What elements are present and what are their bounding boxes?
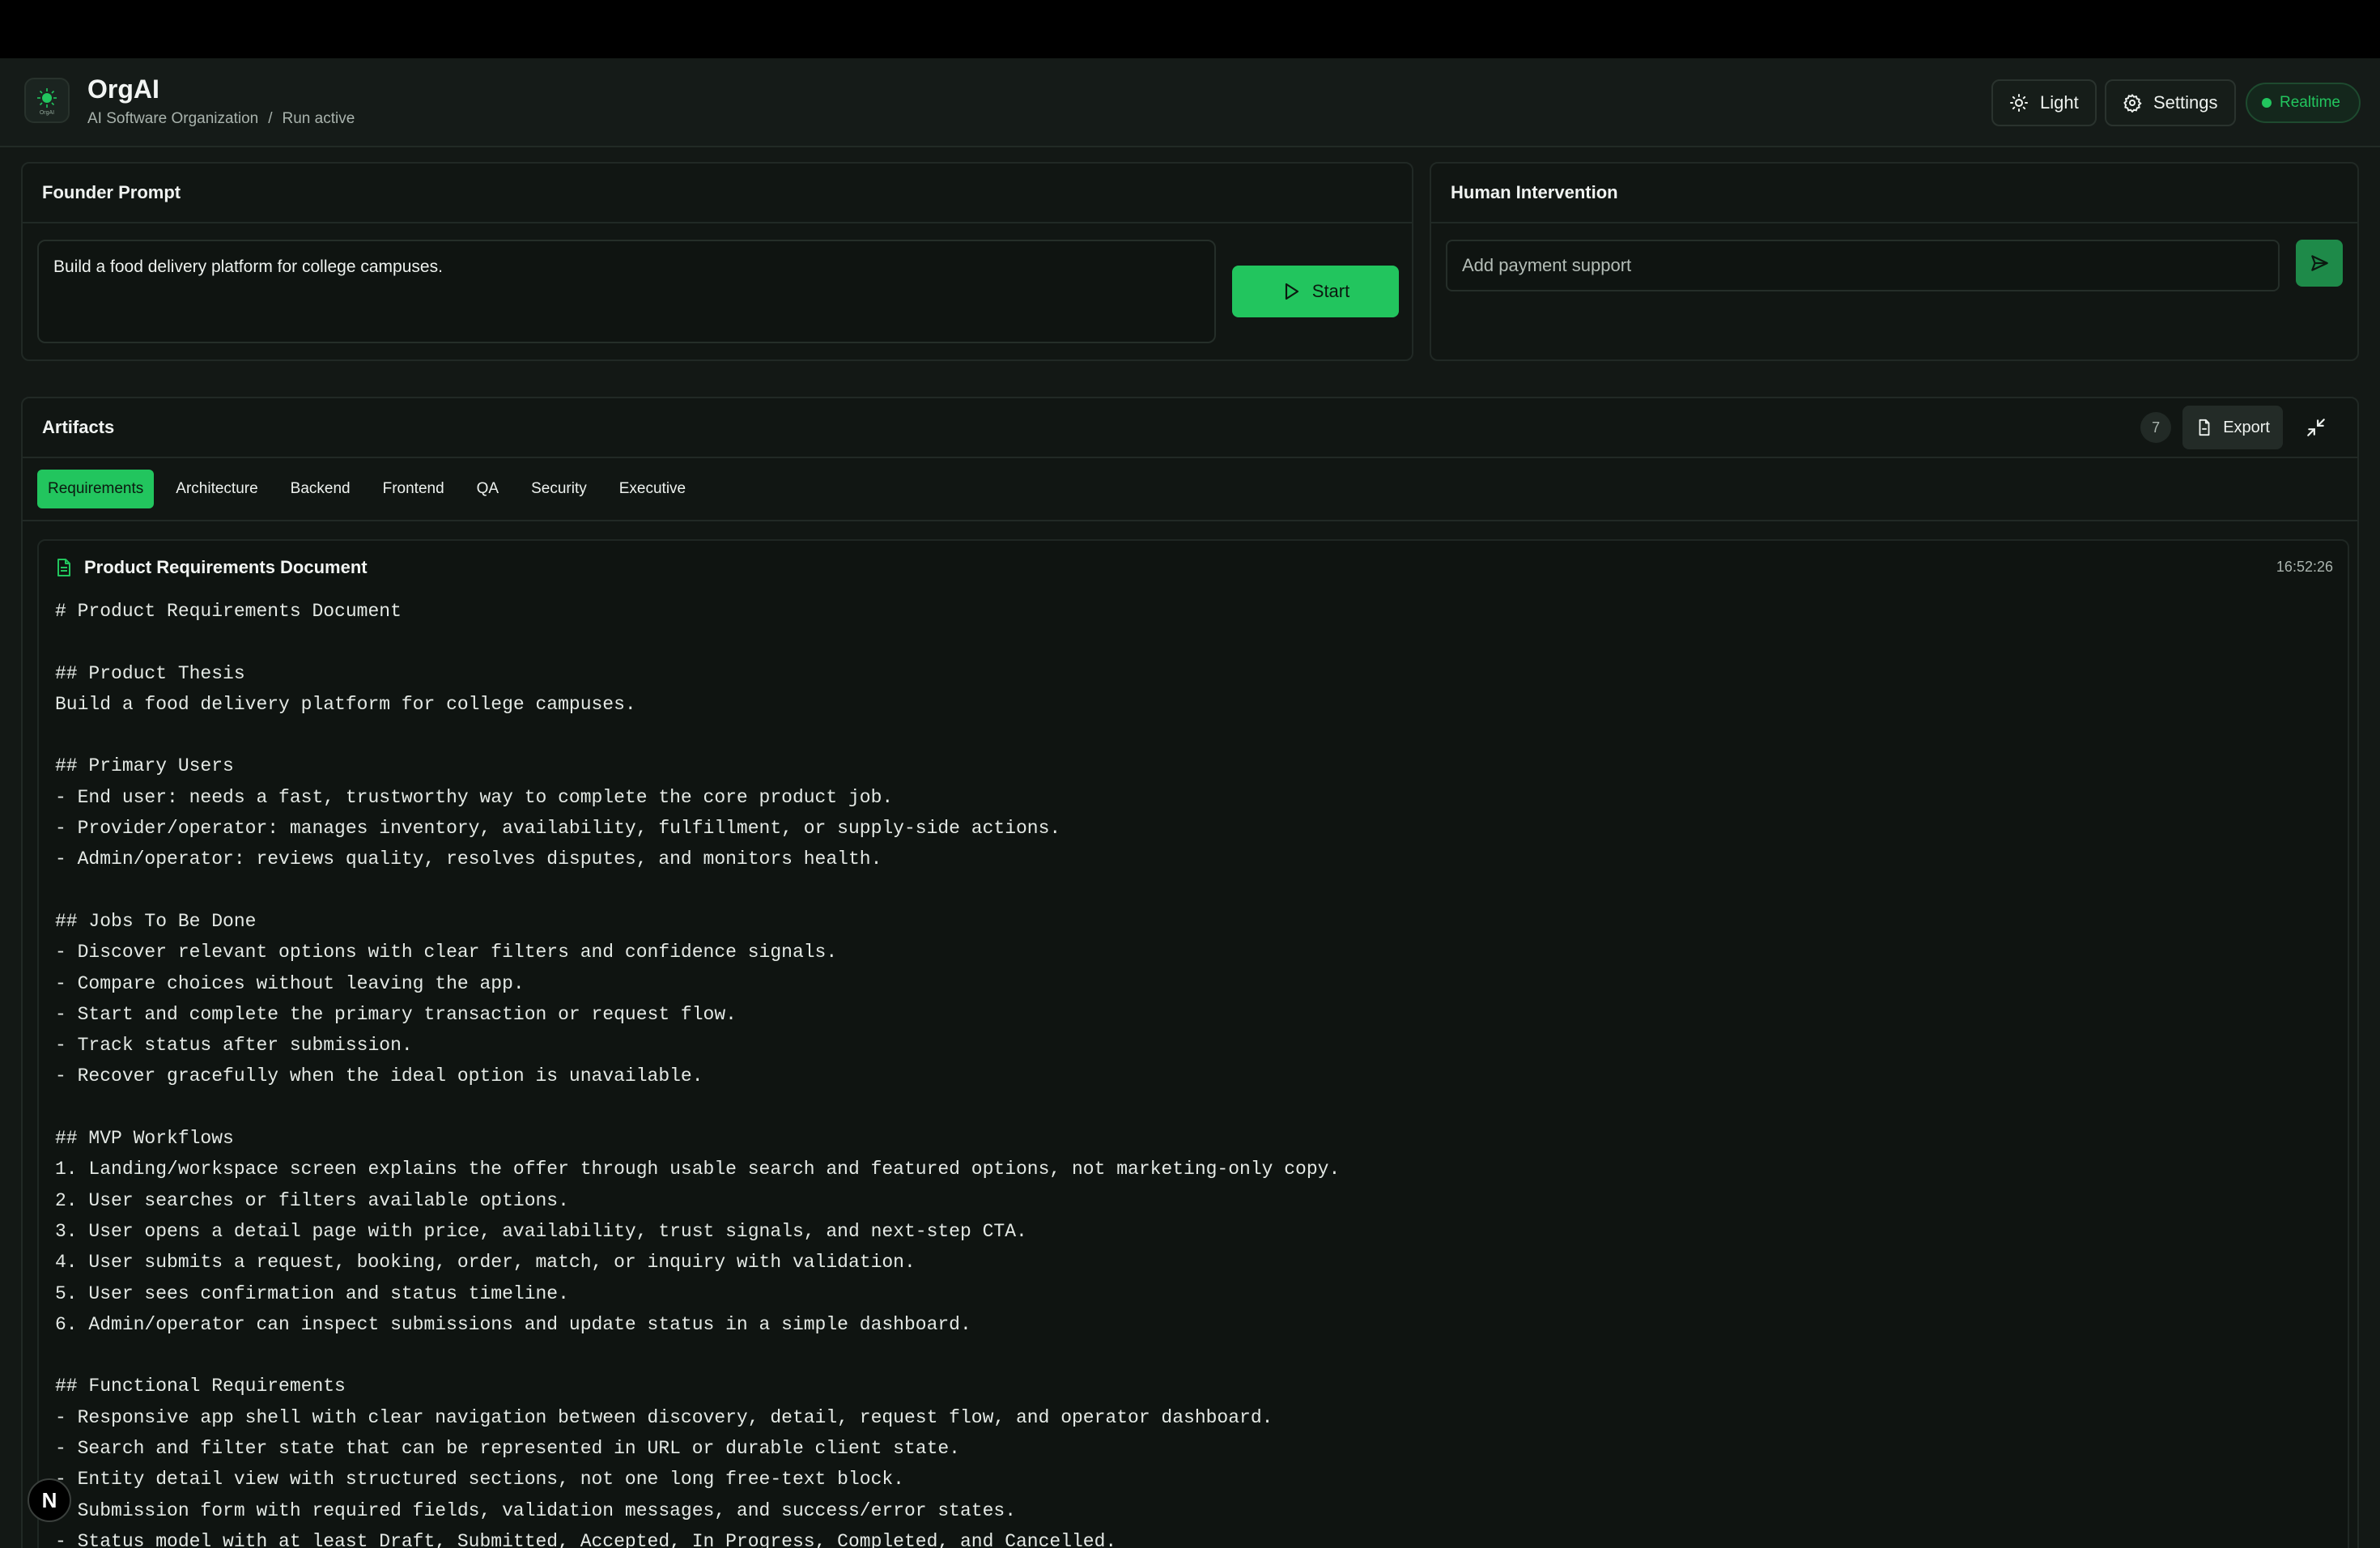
document-line: ## MVP Workflows xyxy=(55,1128,234,1150)
intervention-input[interactable] xyxy=(1446,240,2280,291)
human-intervention-panel: Human Intervention xyxy=(1430,162,2359,361)
artifact-tabs: Requirements Architecture Backend Fronte… xyxy=(23,458,2357,521)
realtime-status-badge: Realtime xyxy=(2246,83,2361,123)
start-label: Start xyxy=(1311,281,1350,301)
document-line: - End user: needs a fast, trustworthy wa… xyxy=(55,786,894,808)
tab-executive[interactable]: Executive xyxy=(609,470,696,508)
status-dot-icon xyxy=(2262,98,2272,108)
breadcrumb: AI Software Organization / Run active xyxy=(87,110,355,128)
realtime-label: Realtime xyxy=(2280,94,2340,111)
document-line: 2. User searches or filters available op… xyxy=(55,1189,569,1211)
document-line: - Search and filter state that can be re… xyxy=(55,1438,960,1460)
top-black-strip xyxy=(0,0,2380,58)
document-line: - Status model with at least Draft, Subm… xyxy=(55,1530,1117,1548)
document-line: ## Product Thesis xyxy=(55,662,245,684)
document-line: 5. User sees confirmation and status tim… xyxy=(55,1282,569,1304)
theme-toggle-label: Light xyxy=(2040,92,2079,113)
document-line: 6. Admin/operator can inspect submission… xyxy=(55,1313,971,1335)
document-body: # Product Requirements Document ## Produc… xyxy=(55,596,2322,1548)
start-button[interactable]: Start xyxy=(1232,266,1399,317)
artifacts-title: Artifacts xyxy=(42,417,115,437)
send-icon xyxy=(2311,255,2328,271)
settings-button[interactable]: Settings xyxy=(2105,79,2236,126)
breadcrumb-separator: / xyxy=(268,110,273,127)
logo-icon xyxy=(37,87,57,108)
document-timestamp: 16:52:26 xyxy=(2276,559,2333,575)
document-line: - Discover relevant options with clear f… xyxy=(55,942,838,963)
artifacts-panel: Artifacts 7 Export Requirements Architec… xyxy=(21,397,2359,1548)
tab-backend[interactable]: Backend xyxy=(280,470,361,508)
artifacts-header: Artifacts 7 Export xyxy=(23,398,2357,458)
document-line: ## Functional Requirements xyxy=(55,1376,346,1397)
collapse-button[interactable] xyxy=(2294,406,2338,449)
document-line: - Entity detail view with structured sec… xyxy=(55,1469,904,1491)
tab-architecture[interactable]: Architecture xyxy=(165,470,268,508)
document-line: - Track status after submission. xyxy=(55,1035,413,1057)
document-line: - Submission form with required fields, … xyxy=(55,1499,1016,1521)
file-export-icon xyxy=(2199,419,2210,436)
settings-label: Settings xyxy=(2153,92,2218,113)
breadcrumb-run: Run active xyxy=(282,110,355,127)
artifacts-actions: 7 Export xyxy=(2140,406,2338,449)
document-line: - Responsive app shell with clear naviga… xyxy=(55,1406,1273,1428)
logo-text: OrgAI xyxy=(39,109,55,116)
play-icon xyxy=(1285,283,1298,300)
app-logo[interactable]: OrgAI xyxy=(24,78,70,123)
tab-security[interactable]: Security xyxy=(521,470,597,508)
founder-prompt-panel: Founder Prompt Build a food delivery pla… xyxy=(21,162,1413,361)
document-line: ## Jobs To Be Done xyxy=(55,910,257,932)
send-button[interactable] xyxy=(2296,240,2343,287)
app-header: OrgAI OrgAI AI Software Organization / R… xyxy=(0,58,2380,147)
gear-icon xyxy=(2123,93,2142,113)
document-line: 4. User submits a request, booking, orde… xyxy=(55,1252,916,1274)
founder-prompt-input[interactable]: Build a food delivery platform for colle… xyxy=(37,240,1216,343)
artifact-document-card: Product Requirements Document 16:52:26 #… xyxy=(37,539,2349,1548)
document-line: 1. Landing/workspace screen explains the… xyxy=(55,1159,1341,1180)
document-line: - Start and complete the primary transac… xyxy=(55,1003,737,1025)
document-line: - Compare choices without leaving the ap… xyxy=(55,972,525,994)
document-title: Product Requirements Document xyxy=(84,557,368,577)
artifact-count-badge: 7 xyxy=(2140,412,2172,443)
export-label: Export xyxy=(2223,418,2270,436)
founder-prompt-title: Founder Prompt xyxy=(23,164,1412,223)
export-button[interactable]: Export xyxy=(2182,406,2283,449)
document-line: # Product Requirements Document xyxy=(55,601,402,622)
tab-frontend[interactable]: Frontend xyxy=(372,470,455,508)
tab-qa[interactable]: QA xyxy=(466,470,509,508)
document-header: Product Requirements Document xyxy=(55,557,368,578)
document-line: Build a food delivery platform for colle… xyxy=(55,693,636,715)
breadcrumb-org[interactable]: AI Software Organization xyxy=(87,110,258,128)
sun-icon xyxy=(2010,94,2028,112)
n-floating-button[interactable]: N xyxy=(28,1478,71,1522)
document-line: - Provider/operator: manages inventory, … xyxy=(55,818,1061,840)
theme-toggle-button[interactable]: Light xyxy=(1991,79,2097,126)
document-line: ## Primary Users xyxy=(55,755,234,777)
document-icon xyxy=(57,559,70,576)
app-title: OrgAI xyxy=(87,74,159,104)
document-line: 3. User opens a detail page with price, … xyxy=(55,1220,1027,1242)
human-intervention-title: Human Intervention xyxy=(1431,164,2357,223)
minimize-icon xyxy=(2307,419,2325,436)
document-line: - Recover gracefully when the ideal opti… xyxy=(55,1065,703,1087)
tab-requirements[interactable]: Requirements xyxy=(37,470,155,508)
document-line: - Admin/operator: reviews quality, resol… xyxy=(55,848,882,870)
